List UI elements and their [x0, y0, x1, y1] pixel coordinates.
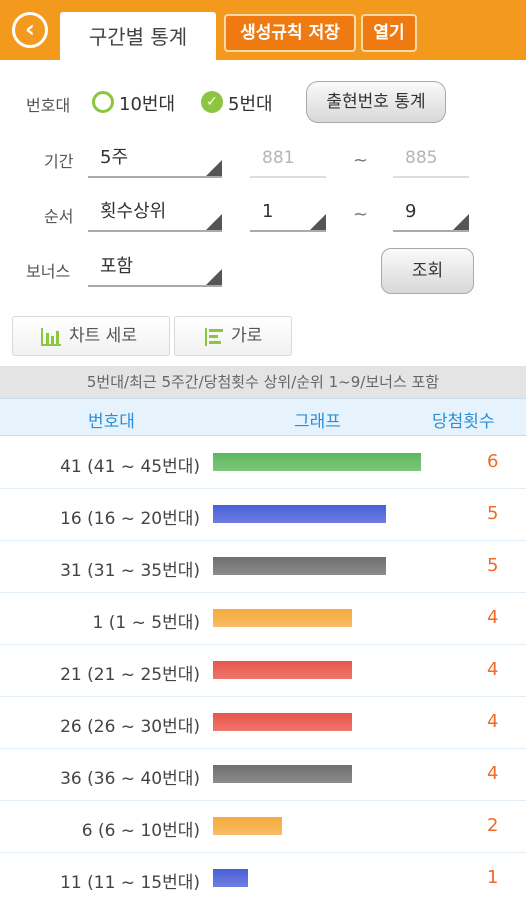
column-graph: 그래프 [294, 412, 341, 432]
table-row[interactable]: 11 (11 ~ 15번대) 1 [0, 853, 526, 900]
radio-5-band-check-icon[interactable]: ✓ [201, 91, 223, 113]
chart-vertical-button[interactable]: 차트 세로 [12, 316, 170, 356]
table-row[interactable]: 36 (36 ~ 40번대) 4 [0, 749, 526, 801]
row-count: 4 [487, 659, 499, 680]
order-select[interactable]: 횟수상위 [88, 198, 222, 232]
order-from-select[interactable]: 1 [250, 198, 326, 232]
table-row[interactable]: 41 (41 ~ 45번대) 6 [0, 437, 526, 489]
row-band-label: 26 (26 ~ 30번대) [60, 717, 200, 737]
row-count: 4 [487, 607, 499, 628]
period-to-field: 885 [393, 144, 469, 178]
appearance-stats-button[interactable]: 출현번호 통계 [306, 81, 446, 123]
horizontal-bar-icon [205, 328, 223, 346]
band-label: 번호대 [26, 96, 71, 115]
table-row[interactable]: 16 (16 ~ 20번대) 5 [0, 489, 526, 541]
bar-chart-icon [41, 328, 61, 346]
row-count: 1 [487, 867, 499, 888]
period-tilde: ~ [353, 150, 369, 171]
row-bar [213, 609, 352, 627]
row-count: 2 [487, 815, 499, 836]
order-tilde: ~ [353, 204, 369, 225]
row-count: 4 [487, 763, 499, 784]
dropdown-corner-icon [310, 214, 326, 230]
table-row[interactable]: 21 (21 ~ 25번대) 4 [0, 645, 526, 697]
row-bar [213, 557, 386, 575]
row-count: 5 [487, 503, 499, 524]
order-select-value: 횟수상위 [100, 201, 167, 222]
row-band-label: 1 (1 ~ 5번대) [92, 613, 200, 633]
bonus-label: 보너스 [26, 262, 71, 281]
row-band-label: 11 (11 ~ 15번대) [60, 873, 200, 893]
row-bar [213, 713, 352, 731]
row-band-label: 6 (6 ~ 10번대) [81, 821, 200, 841]
search-button[interactable]: 조회 [381, 248, 474, 294]
column-count: 당첨횟수 [432, 412, 495, 432]
order-to-select[interactable]: 9 [393, 198, 469, 232]
radio-10-band-label[interactable]: 10번대 [119, 90, 175, 116]
row-count: 6 [487, 451, 499, 472]
table-row[interactable]: 31 (31 ~ 35번대) 5 [0, 541, 526, 593]
open-button[interactable]: 열기 [361, 14, 417, 52]
bonus-select[interactable]: 포함 [88, 253, 222, 287]
row-band-label: 21 (21 ~ 25번대) [60, 665, 200, 685]
dropdown-corner-icon [206, 269, 222, 285]
dropdown-corner-icon [453, 214, 469, 230]
row-bar [213, 765, 352, 783]
radio-10-band[interactable] [92, 91, 114, 113]
period-from-field: 881 [250, 144, 326, 178]
column-band: 번호대 [88, 412, 135, 432]
row-count: 4 [487, 711, 499, 732]
row-band-label: 16 (16 ~ 20번대) [60, 509, 200, 529]
table-row[interactable]: 1 (1 ~ 5번대) 4 [0, 593, 526, 645]
order-to-value: 9 [405, 201, 417, 222]
row-bar [213, 505, 386, 523]
chart-horizontal-label: 가로 [231, 326, 263, 346]
dropdown-corner-icon [206, 160, 222, 176]
row-bar [213, 453, 421, 471]
table-row[interactable]: 6 (6 ~ 10번대) 2 [0, 801, 526, 853]
tab-range-stats[interactable]: 구간별 통계 [60, 12, 216, 60]
bonus-select-value: 포함 [100, 256, 134, 277]
table-row[interactable]: 26 (26 ~ 30번대) 4 [0, 697, 526, 749]
order-from-value: 1 [262, 201, 274, 222]
row-bar [213, 817, 282, 835]
table-header: 번호대 그래프 당첨횟수 [0, 398, 526, 436]
period-select-value: 5주 [100, 147, 129, 168]
row-bar [213, 661, 352, 679]
row-band-label: 36 (36 ~ 40번대) [60, 769, 200, 789]
chart-vertical-label: 차트 세로 [69, 326, 137, 346]
period-select[interactable]: 5주 [88, 144, 222, 178]
query-summary: 5번대/최근 5주간/당첨횟수 상위/순위 1~9/보너스 포함 [0, 366, 526, 398]
order-label: 순서 [44, 207, 74, 226]
dropdown-corner-icon [206, 214, 222, 230]
radio-5-band-label[interactable]: 5번대 [228, 90, 273, 116]
row-band-label: 41 (41 ~ 45번대) [60, 457, 200, 477]
save-rule-button[interactable]: 생성규칙 저장 [224, 14, 356, 52]
top-bar: ‹ 구간별 통계 생성규칙 저장 열기 [0, 0, 526, 60]
back-arrow-icon[interactable]: ‹ [12, 12, 48, 48]
row-band-label: 31 (31 ~ 35번대) [60, 561, 200, 581]
row-count: 5 [487, 555, 499, 576]
chart-horizontal-button[interactable]: 가로 [174, 316, 292, 356]
row-bar [213, 869, 248, 887]
period-label: 기간 [44, 152, 74, 171]
